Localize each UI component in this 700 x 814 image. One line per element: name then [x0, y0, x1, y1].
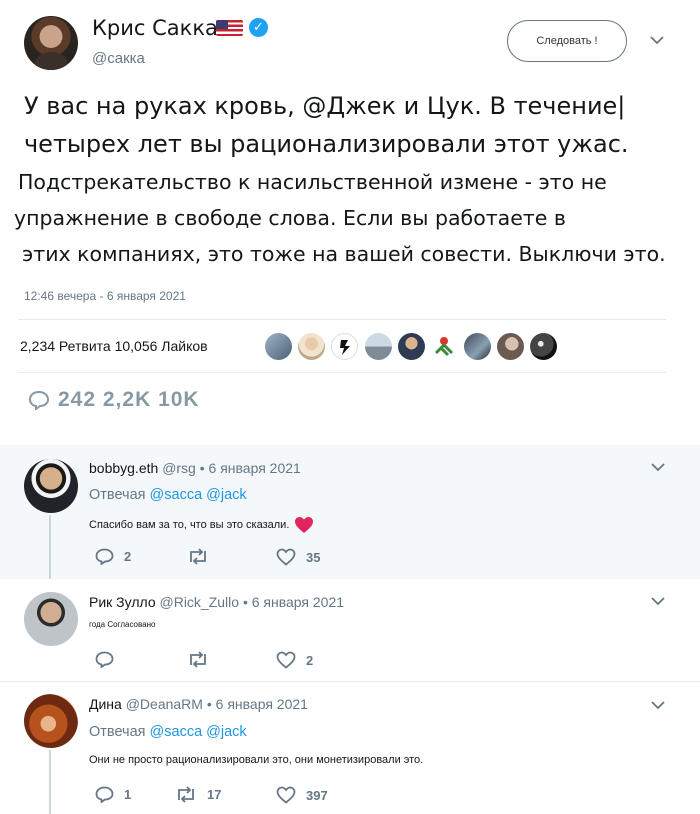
verified-badge-icon: ✓ [249, 18, 268, 37]
chevron-down-icon[interactable] [651, 597, 665, 611]
tweet-timestamp[interactable]: 12:46 вечера - 6 января 2021 [24, 289, 186, 303]
reply-header[interactable]: Рик Зулло @Rick_Zullo • 6 января 2021 [89, 594, 344, 610]
mention-link[interactable]: @sacca @jack [150, 487, 247, 503]
follow-button[interactable]: Следовать ! [507, 20, 627, 62]
liker-avatar[interactable] [298, 333, 325, 360]
engagement-stats[interactable]: 2,234 Ретвита 10,056 Лайков [20, 338, 208, 354]
reply-text: Они не просто рационализировали это, они… [89, 754, 424, 766]
heart-icon [276, 651, 296, 669]
reply-author-name[interactable]: bobbyg.eth [89, 460, 158, 476]
tweet-line-3: Подстрекательство к насильственной измен… [18, 170, 607, 194]
reply-button[interactable] [95, 651, 124, 668]
retweet-button[interactable] [187, 651, 219, 668]
reply-meta: @rsg • 6 января 2021 [162, 460, 301, 476]
tweet-line-2: четырех лет вы рационализировали этот уж… [24, 130, 629, 158]
action-counts: 242 2,2K 10K [58, 388, 200, 411]
heart-icon [276, 548, 296, 566]
heart-icon [276, 786, 296, 804]
reply-icon [95, 548, 114, 565]
divider [18, 372, 666, 373]
liker-avatar[interactable] [331, 333, 358, 360]
avatar[interactable] [24, 694, 78, 748]
reply-icon [95, 786, 114, 803]
like-button[interactable]: 2 [276, 651, 313, 669]
us-flag-icon [216, 20, 243, 36]
reply-header[interactable]: Дина @DeanaRM • 6 января 2021 [89, 696, 308, 712]
like-button[interactable]: 35 [276, 548, 320, 566]
author-name[interactable]: Крис Сакка [92, 16, 218, 40]
tweet-line-5: этих компаниях, это тоже на вашей совест… [22, 242, 666, 266]
liker-avatar[interactable] [464, 333, 491, 360]
liker-avatar[interactable] [365, 333, 392, 360]
tweet-line-1: У вас на руках кровь, @Джек и Цук. В теч… [24, 92, 626, 120]
like-button[interactable]: 397 [276, 786, 328, 804]
avatar[interactable] [24, 459, 78, 513]
reply-button[interactable]: 2 [95, 548, 131, 565]
replying-to: Отвечая @sacca @jack [89, 724, 247, 740]
reply-icon[interactable] [28, 390, 50, 410]
retweet-button[interactable]: 17 [175, 786, 221, 803]
reply-header[interactable]: bobbyg.eth @rsg • 6 января 2021 [89, 460, 301, 476]
mention-link[interactable]: @sacca @jack [150, 724, 247, 740]
avatar[interactable] [24, 592, 78, 646]
reply-icon [95, 651, 114, 668]
liker-avatar[interactable] [431, 333, 458, 360]
reply-text: Спасибо вам за то, что вы это сказали. [89, 516, 314, 534]
retweet-icon [190, 651, 206, 668]
reply-author-name[interactable]: Рик Зулло [89, 594, 156, 610]
reply-text: года Согласовано [89, 620, 156, 629]
liker-avatar[interactable] [530, 333, 557, 360]
liker-avatar[interactable] [497, 333, 524, 360]
red-heart-icon [295, 517, 314, 533]
divider [18, 319, 666, 320]
retweet-icon [178, 786, 194, 803]
tweet-actions: 242 2,2K 10K [28, 388, 200, 412]
thread-line [49, 750, 51, 814]
author-avatar[interactable] [24, 16, 78, 70]
liker-avatar[interactable] [265, 333, 292, 360]
retweet-icon [190, 548, 206, 565]
reply-meta: @Rick_Zullo • 6 января 2021 [159, 594, 345, 610]
replying-to: Отвечая @sacca @jack [89, 487, 247, 503]
reply-button[interactable]: 1 [95, 786, 131, 803]
retweet-button[interactable] [187, 548, 219, 565]
liker-avatar[interactable] [398, 333, 425, 360]
divider [0, 681, 700, 682]
reply-author-name[interactable]: Дина [89, 696, 122, 712]
tweet-line-4: упражнение в свободе слова. Если вы рабо… [14, 206, 566, 230]
author-handle[interactable]: @сакка [92, 50, 145, 67]
thread-line [49, 515, 51, 579]
chevron-down-icon[interactable] [650, 36, 664, 50]
reply-meta: @DeanaRM • 6 января 2021 [125, 696, 308, 712]
chevron-down-icon[interactable] [651, 701, 665, 715]
chevron-down-icon[interactable] [651, 463, 665, 477]
